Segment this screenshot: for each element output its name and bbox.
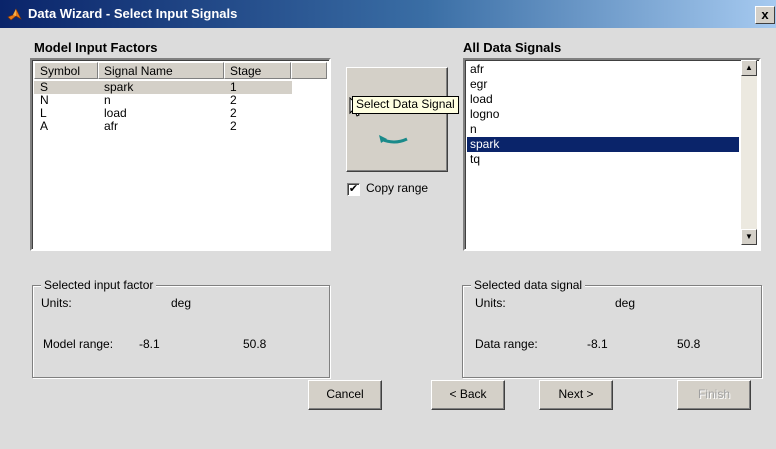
copy-range-label[interactable]: Copy range xyxy=(366,181,428,195)
finish-button[interactable]: Finish xyxy=(677,380,751,410)
selected-data-signal-group: Selected data signal Units: deg Data ran… xyxy=(462,278,762,378)
input-units-label: Units: xyxy=(41,296,72,310)
selected-input-factor-group: Selected input factor Units: deg Model r… xyxy=(32,278,330,378)
data-range-min: -8.1 xyxy=(587,337,608,351)
scroll-up-arrow-icon[interactable]: ▲ xyxy=(741,60,757,76)
column-header-filler xyxy=(291,62,327,79)
column-header-symbol[interactable]: Symbol xyxy=(34,62,98,79)
list-item[interactable]: logno xyxy=(467,107,739,122)
model-input-factors-heading: Model Input Factors xyxy=(34,40,158,55)
copy-range-checkbox[interactable]: ✔ xyxy=(347,183,360,196)
input-units-value: deg xyxy=(171,296,192,310)
data-range-max: 50.8 xyxy=(677,337,701,351)
table-row[interactable]: L load 2 xyxy=(34,107,292,120)
table-row[interactable]: A afr 2 xyxy=(34,120,292,133)
symbol-cell: A xyxy=(40,119,49,133)
column-header-stage[interactable]: Stage xyxy=(224,62,291,79)
list-item[interactable]: egr xyxy=(467,77,739,92)
signal-name-cell: afr xyxy=(104,119,119,133)
table-row[interactable]: N n 2 xyxy=(34,94,292,107)
signal-units-value: deg xyxy=(615,296,636,310)
list-item[interactable]: load xyxy=(467,92,739,107)
select-data-signal-button[interactable] xyxy=(346,67,448,172)
select-data-signal-tooltip: Select Data Signal xyxy=(352,96,459,114)
list-item-selected[interactable]: spark xyxy=(467,137,739,152)
stage-cell: 2 xyxy=(230,119,237,133)
all-data-signals-heading: All Data Signals xyxy=(463,40,562,55)
model-range-min: -8.1 xyxy=(139,337,160,351)
back-button[interactable]: < Back xyxy=(431,380,505,410)
next-button[interactable]: Next > xyxy=(539,380,613,410)
window-title: Data Wizard - Select Input Signals xyxy=(28,6,238,21)
list-item[interactable]: afr xyxy=(467,62,739,77)
model-range-label: Model range: xyxy=(43,337,114,351)
title-bar[interactable]: Data Wizard - Select Input Signals x xyxy=(0,0,776,28)
signal-units-label: Units: xyxy=(475,296,506,310)
cancel-button[interactable]: Cancel xyxy=(308,380,382,410)
model-range-max: 50.8 xyxy=(243,337,267,351)
selected-input-factor-legend: Selected input factor xyxy=(41,278,157,292)
data-signals-list[interactable]: afr egr load logno n spark tq ▲ ▼ xyxy=(463,58,761,251)
input-factors-table[interactable]: Symbol Signal Name Stage S spark 1 N n 2… xyxy=(30,58,331,251)
scroll-down-arrow-icon[interactable]: ▼ xyxy=(741,229,757,245)
vertical-scrollbar[interactable]: ▲ ▼ xyxy=(741,60,757,245)
close-button[interactable]: x xyxy=(755,6,775,24)
data-range-label: Data range: xyxy=(475,337,538,351)
list-item[interactable]: n xyxy=(467,122,739,137)
selected-data-signal-legend: Selected data signal xyxy=(471,278,586,292)
column-header-signal-name[interactable]: Signal Name xyxy=(98,62,224,79)
swap-arrows-icon xyxy=(379,135,408,144)
matlab-logo-icon xyxy=(7,8,22,21)
table-row[interactable]: S spark 1 xyxy=(34,81,292,94)
list-item[interactable]: tq xyxy=(467,152,739,167)
data-wizard-window: Data Wizard - Select Input Signals x Mod… xyxy=(0,0,776,449)
